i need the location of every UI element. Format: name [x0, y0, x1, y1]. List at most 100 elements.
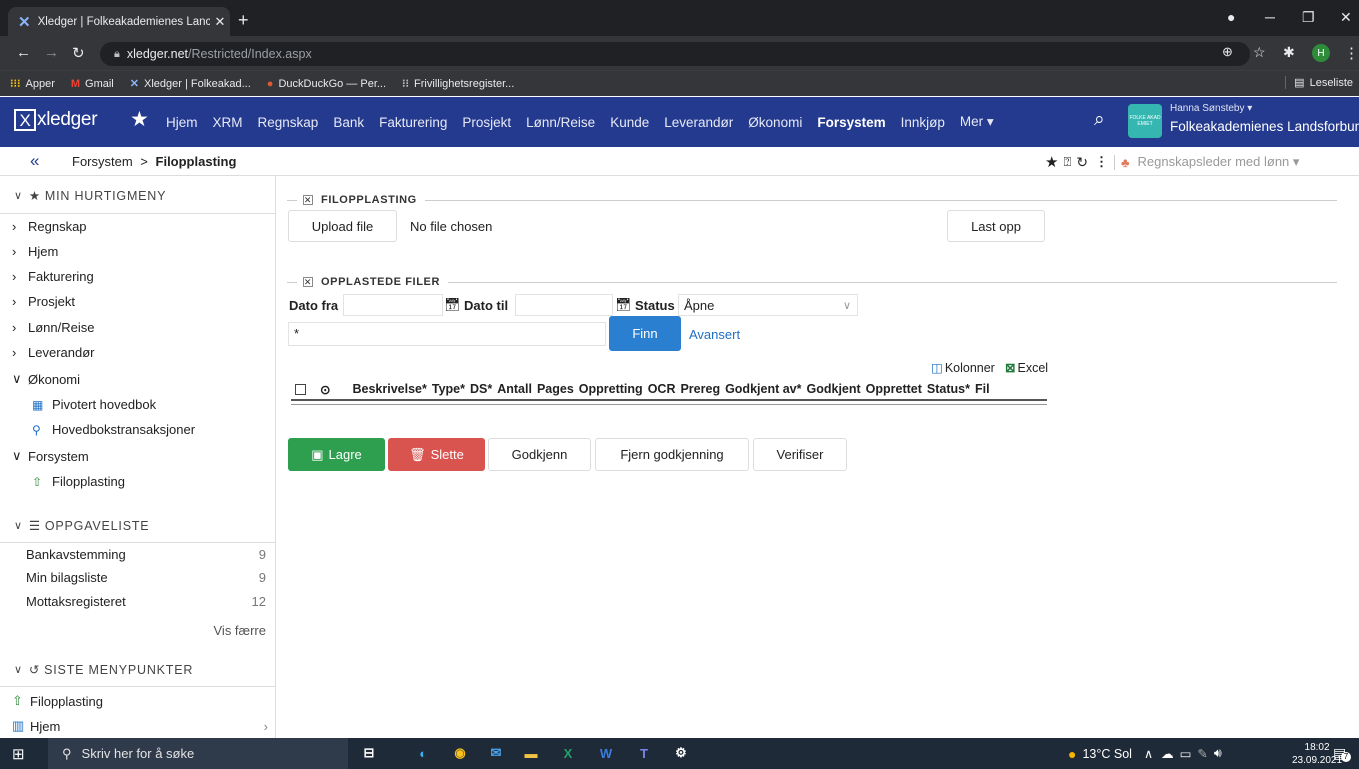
quickmenu-header[interactable]: ∨ ★ MIN HURTIGMENY	[14, 188, 166, 204]
url-field[interactable]: 🔒︎ xledger.net/Restricted/Index.aspx	[100, 42, 1250, 66]
sidebar-item-leverandor[interactable]: › Leverandør	[12, 345, 94, 360]
bookmark-duckduckgo[interactable]: ● DuckDuckGo — Per...	[267, 78, 386, 90]
lagre-button[interactable]: ▣ Lagre	[288, 438, 385, 471]
reading-list[interactable]: ▤ Leseliste	[1285, 76, 1353, 89]
col-type[interactable]: Type*	[432, 382, 465, 396]
dato-til-input[interactable]	[515, 294, 613, 316]
minimize-icon[interactable]: ─	[1265, 9, 1275, 25]
sidebar-item-forsystem[interactable]: ∨ Forsystem	[12, 448, 89, 464]
excel-app-icon[interactable]: X	[557, 743, 579, 763]
recent-item-hjem[interactable]: ▥ Hjem ›	[12, 718, 268, 734]
nav-fakturering[interactable]: Fakturering	[379, 115, 447, 130]
avansert-link[interactable]: Avansert	[689, 327, 740, 342]
tray-chevron-icon[interactable]: ∧	[1144, 746, 1153, 761]
col-status[interactable]: Status*	[927, 382, 970, 396]
back-icon[interactable]: ←	[16, 44, 31, 61]
sidebar-item-regnskap[interactable]: › Regnskap	[12, 219, 87, 234]
profile-dot-icon[interactable]: ●	[1227, 9, 1235, 25]
finn-button[interactable]: Finn	[609, 316, 681, 351]
network-icon[interactable]: ▭	[1180, 746, 1192, 761]
org-logo[interactable]: FOLKE AKAD EMIET	[1128, 104, 1162, 138]
task-view-icon[interactable]: ⊟	[358, 743, 380, 763]
weather-text[interactable]: 13°C Sol	[1082, 747, 1131, 761]
more-options-icon[interactable]: ⋮	[1095, 154, 1108, 170]
sidebar-item-pivotert-hovedbok[interactable]: ▦ Pivotert hovedbok	[32, 397, 156, 412]
godkjenn-button[interactable]: Godkjenn	[488, 438, 591, 471]
recent-header[interactable]: ∨ ↺ SISTE MENYPUNKTER	[14, 662, 193, 678]
task-mottaksregisteret[interactable]: Mottaksregisteret 12	[26, 594, 266, 609]
recent-item-filopplasting[interactable]: ⇧ Filopplasting	[12, 693, 103, 709]
sidebar-item-hjem[interactable]: › Hjem	[12, 244, 58, 259]
sidebar-item-filopplasting[interactable]: ⇧ Filopplasting	[32, 474, 125, 489]
nav-kunde[interactable]: Kunde	[610, 115, 649, 130]
nav-bank[interactable]: Bank	[333, 115, 364, 130]
breadcrumb-parent[interactable]: Forsystem	[72, 154, 133, 169]
chrome-icon[interactable]: ◉	[449, 743, 471, 763]
role-selector[interactable]: Regnskapsleder med lønn ▾	[1138, 154, 1300, 170]
sidebar-item-lonn-reise[interactable]: › Lønn/Reise	[12, 320, 94, 335]
nav-innkjop[interactable]: Innkjøp	[901, 115, 945, 130]
nav-leverandor[interactable]: Leverandør	[664, 115, 733, 130]
sidebar-item-fakturering[interactable]: › Fakturering	[12, 269, 94, 284]
close-window-icon[interactable]: ✕	[1340, 9, 1352, 26]
col-ds[interactable]: DS*	[470, 382, 492, 396]
show-fewer-link[interactable]: Vis færre	[200, 623, 267, 638]
mail-icon[interactable]: ✉	[485, 743, 507, 763]
bookmark-xledger[interactable]: ✕ Xledger | Folkeakad...	[130, 77, 251, 91]
col-prereg[interactable]: Prereg	[680, 382, 720, 396]
reload-icon[interactable]: ↻	[72, 44, 85, 62]
sidebar-item-prosjekt[interactable]: › Prosjekt	[12, 294, 75, 309]
sidebar-item-okonomi[interactable]: ∨ Økonomi	[12, 371, 80, 387]
task-min-bilagsliste[interactable]: Min bilagsliste 9	[26, 570, 266, 585]
nav-hjem[interactable]: Hjem	[166, 115, 198, 130]
tasklist-header[interactable]: ∨ ☰ OPPGAVELISTE	[14, 518, 149, 534]
profile-avatar[interactable]: H	[1312, 44, 1330, 62]
xledger-logo[interactable]: Xxledger	[14, 109, 98, 131]
zoom-icon[interactable]: ⊕	[1222, 44, 1233, 60]
nav-mer[interactable]: Mer ▾	[960, 114, 994, 130]
file-explorer-icon[interactable]: ▬	[520, 743, 542, 763]
last-opp-button[interactable]: Last opp	[947, 210, 1045, 242]
favorite-star-icon[interactable]: ★	[1045, 153, 1058, 171]
col-antall[interactable]: Antall	[497, 382, 532, 396]
col-beskrivelse[interactable]: Beskrivelse*	[352, 382, 426, 396]
favorites-star-icon[interactable]: ★	[130, 107, 149, 132]
user-menu[interactable]: Hanna Sønsteby ▾	[1170, 103, 1252, 114]
refresh-icon[interactable]: ↻	[1076, 154, 1088, 171]
col-oppretting[interactable]: Oppretting	[579, 382, 643, 396]
browser-menu-icon[interactable]: ⋮	[1344, 44, 1359, 62]
bookmark-frivillighet[interactable]: ⁝⁝ Frivillighetsregister...	[402, 77, 514, 91]
select-all-checkbox[interactable]	[295, 383, 306, 395]
col-opprettet[interactable]: Opprettet	[866, 382, 922, 396]
task-bankavstemming[interactable]: Bankavstemming 9	[26, 547, 266, 562]
extensions-icon[interactable]: ✱	[1283, 44, 1295, 61]
new-tab-button[interactable]: +	[238, 10, 249, 31]
col-fil[interactable]: Fil	[975, 382, 990, 396]
taskbar-search[interactable]: ⚲ Skriv her for å søke	[48, 738, 348, 769]
nav-okonomi[interactable]: Økonomi	[748, 115, 802, 130]
dato-fra-input[interactable]	[343, 294, 443, 316]
teams-app-icon[interactable]: T	[633, 743, 655, 763]
upload-file-button[interactable]: Upload file	[288, 210, 397, 242]
nav-xrm[interactable]: XRM	[213, 115, 243, 130]
bookmark-gmail[interactable]: M Gmail	[71, 78, 114, 90]
col-ocr[interactable]: OCR	[648, 382, 676, 396]
nav-forsystem[interactable]: Forsystem	[817, 115, 885, 130]
kolonner-link[interactable]: ◫ Kolonner	[931, 360, 995, 376]
uploaded-files-section-header[interactable]: ✕ OPPLASTEDE FILER	[287, 276, 1337, 288]
nav-lonn-reise[interactable]: Lønn/Reise	[526, 115, 595, 130]
edge-icon[interactable]: ◐	[412, 743, 434, 763]
nav-regnskap[interactable]: Regnskap	[258, 115, 319, 130]
verifiser-button[interactable]: Verifiser	[753, 438, 847, 471]
help-icon[interactable]: ⍰	[1063, 154, 1071, 170]
organization-name[interactable]: Folkeakademienes Landsforbund	[1170, 119, 1359, 134]
col-pages[interactable]: Pages	[537, 382, 574, 396]
search-input[interactable]: *	[288, 322, 606, 346]
close-tab-icon[interactable]: ✕	[210, 14, 230, 30]
volume-icon[interactable]: 🔊︎	[1214, 746, 1222, 761]
status-select[interactable]: Åpne ∨	[678, 294, 858, 316]
collapse-sidebar-icon[interactable]: «	[30, 151, 39, 171]
excel-link[interactable]: ⊠ Excel	[1005, 360, 1048, 376]
fjern-godkjenning-button[interactable]: Fjern godkjenning	[595, 438, 749, 471]
search-icon[interactable]: ⌕	[1094, 109, 1105, 131]
